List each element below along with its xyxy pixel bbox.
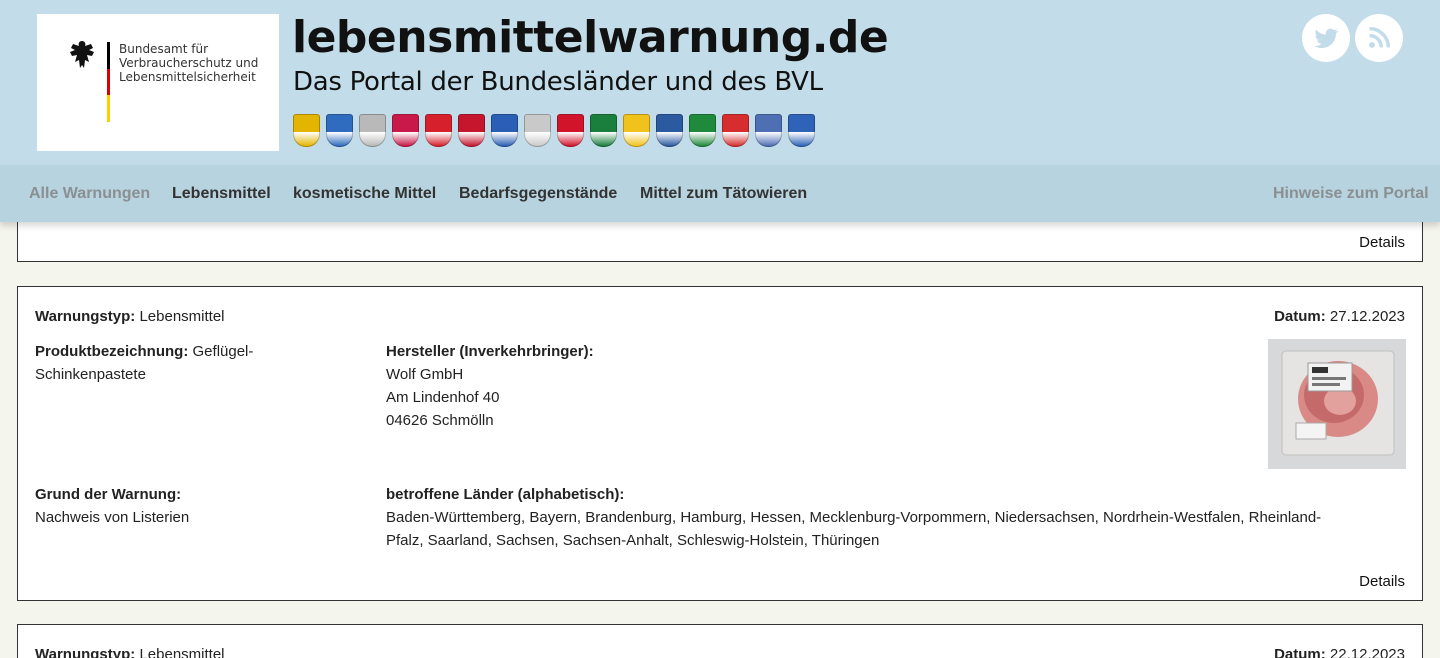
nav-cosmetics[interactable]: kosmetische Mittel (293, 185, 436, 203)
product-image[interactable] (1268, 339, 1406, 469)
warning-date: Datum: 22.12.2023 (1274, 646, 1405, 658)
product-photo (1268, 339, 1406, 469)
state-crest-icon (359, 114, 386, 147)
state-crest-icon (458, 114, 485, 147)
nav-consumer-goods[interactable]: Bedarfsgegenstände (459, 185, 617, 203)
nav-portal-notes[interactable]: Hinweise zum Portal (1273, 185, 1429, 203)
state-crest-icon (326, 114, 353, 147)
nav-tattoo-agents[interactable]: Mittel zum Tätowieren (640, 185, 807, 203)
federal-eagle-icon (70, 41, 94, 68)
state-crest-icon (524, 114, 551, 147)
state-crest-icon (755, 114, 782, 147)
state-crest-icon (491, 114, 518, 147)
state-crest-icon (590, 114, 617, 147)
german-flag-bar (107, 42, 110, 122)
warning-type: Warnungstyp: Lebensmittel (35, 646, 225, 658)
details-link[interactable]: Details (1359, 573, 1405, 590)
nav-all-warnings[interactable]: Alle Warnungen (29, 185, 150, 203)
manufacturer: Hersteller (Inverkehrbringer): Wolf GmbH… (386, 343, 594, 429)
warning-card: Warnungstyp: Lebensmittel Datum: 22.12.2… (17, 624, 1423, 658)
state-crest-icon (788, 114, 815, 147)
product-name: Produktbezeichnung: Geflügel- Schinkenpa… (35, 343, 254, 383)
state-crest-icon (722, 114, 749, 147)
state-crest-icon (392, 114, 419, 147)
state-crest-icon (623, 114, 650, 147)
affected-states: betroffene Länder (alphabetisch): Baden-… (386, 486, 1322, 549)
state-crest-icon (656, 114, 683, 147)
rss-button[interactable] (1355, 14, 1403, 62)
rss-icon (1369, 26, 1391, 48)
state-crests (293, 114, 815, 147)
warning-date: Datum: 27.12.2023 (1274, 308, 1405, 325)
state-crest-icon (293, 114, 320, 147)
site-header: Bundesamt für Verbraucherschutz und Lebe… (0, 0, 1440, 165)
details-link[interactable]: Details (1359, 234, 1405, 251)
site-subtitle: Das Portal der Bundesländer und des BVL (293, 67, 823, 97)
state-crest-icon (689, 114, 716, 147)
bvl-logo[interactable]: Bundesamt für Verbraucherschutz und Lebe… (37, 14, 279, 151)
state-crest-icon (425, 114, 452, 147)
authority-name: Bundesamt für Verbraucherschutz und Lebe… (119, 42, 259, 84)
twitter-icon (1314, 28, 1339, 49)
state-crest-icon (557, 114, 584, 147)
main-nav: Alle Warnungen Lebensmittel kosmetische … (0, 165, 1440, 222)
warning-card: Warnungstyp: Lebensmittel Datum: 27.12.2… (17, 286, 1423, 601)
nav-food[interactable]: Lebensmittel (172, 185, 271, 203)
site-title[interactable]: lebensmittelwarnung.de (292, 12, 889, 63)
warning-reason: Grund der Warnung: Nachweis von Listerie… (35, 486, 190, 526)
warning-type: Warnungstyp: Lebensmittel (35, 308, 225, 325)
twitter-button[interactable] (1302, 14, 1350, 62)
